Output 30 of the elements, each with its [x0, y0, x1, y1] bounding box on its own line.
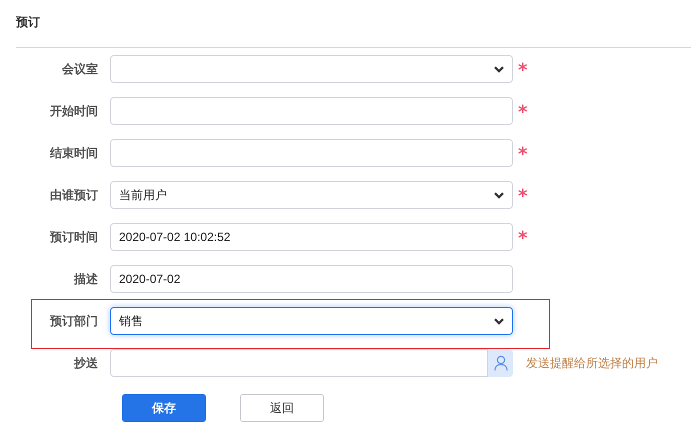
user-icon	[494, 355, 508, 371]
select-field[interactable]	[110, 55, 513, 83]
chevron-down-icon	[494, 192, 504, 198]
input-field[interactable]: 2020-07-02 10:02:52	[110, 223, 513, 251]
input-field[interactable]	[110, 97, 513, 125]
select-field[interactable]: 当前用户	[110, 181, 513, 209]
back-button[interactable]: 返回	[240, 394, 324, 422]
input-field[interactable]	[110, 349, 488, 377]
field-label: 预订时间	[48, 228, 99, 246]
field-label: 预订部门	[48, 312, 99, 330]
user-picker-button[interactable]	[488, 349, 513, 377]
hint-text: 发送提醒给所选择的用户	[526, 354, 658, 372]
field-label: 会议室	[61, 60, 99, 78]
field-label: 结束时间	[48, 144, 99, 162]
input-field[interactable]: 2020-07-02	[110, 265, 513, 293]
field-label: 由谁预订	[49, 186, 99, 204]
required-mark: *	[518, 143, 528, 164]
required-mark: *	[518, 185, 528, 206]
field-label: 开始时间	[49, 102, 99, 120]
input-field[interactable]	[110, 139, 513, 167]
section-title: 预订	[14, 14, 41, 31]
chevron-down-icon	[494, 66, 504, 72]
required-mark: *	[518, 227, 528, 248]
save-button[interactable]: 保存	[122, 394, 206, 422]
select-field[interactable]: 销售	[110, 307, 513, 335]
chevron-down-icon	[494, 318, 504, 324]
required-mark: *	[518, 101, 528, 122]
field-label: 抄送	[72, 354, 99, 372]
field-label: 描述	[72, 270, 99, 288]
required-mark: *	[518, 59, 528, 80]
